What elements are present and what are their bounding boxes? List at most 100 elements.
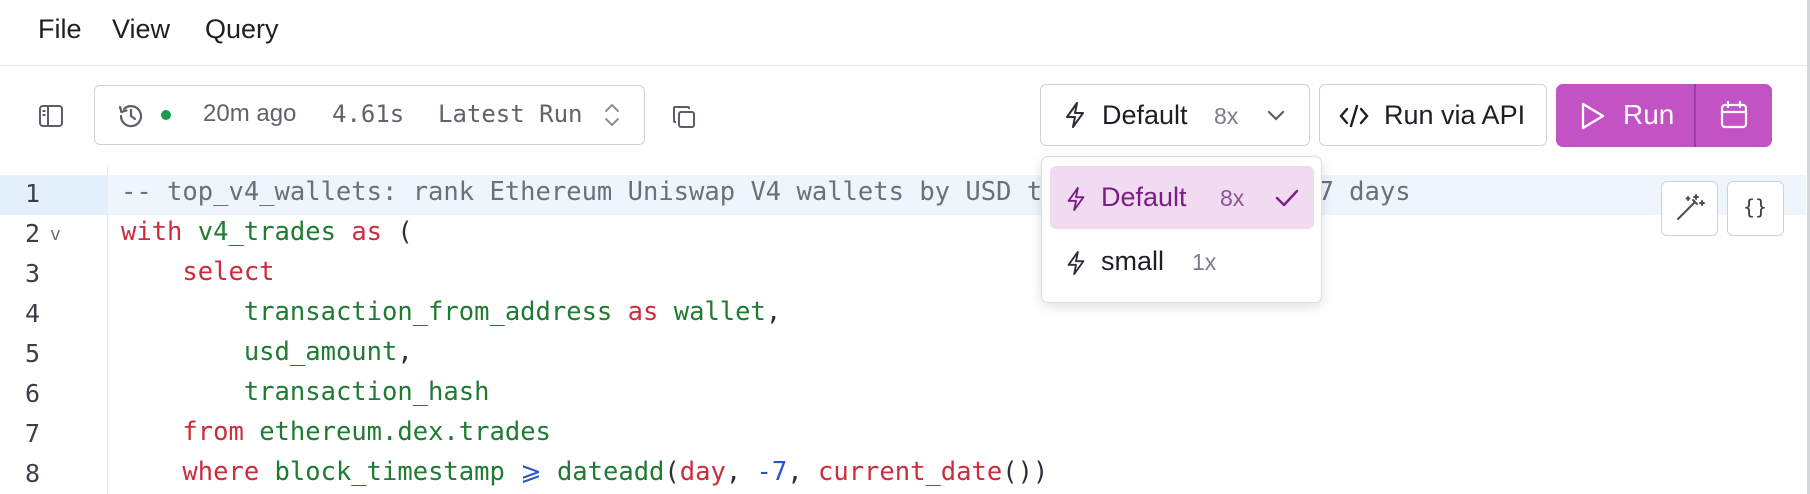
calendar-icon — [1720, 100, 1748, 129]
code-token: , — [765, 297, 782, 327]
query-toolbar: 20m ago 4.61s Latest Run Default 8x Run … — [0, 67, 1810, 167]
chevron-up-down-icon — [605, 103, 619, 127]
play-icon — [1581, 102, 1605, 130]
line-number: 1 — [25, 179, 41, 208]
format-query-button[interactable]: {} — [1727, 181, 1784, 236]
line-number: 5 — [25, 339, 41, 368]
schedule-button[interactable] — [1695, 84, 1772, 147]
engine-option-name: Default — [1101, 182, 1187, 212]
code-line[interactable]: transaction_hash — [121, 377, 490, 407]
menu-view[interactable]: View — [112, 14, 170, 45]
engine-option-small[interactable]: small 1x — [1050, 230, 1314, 293]
code-token: ( — [664, 457, 680, 487]
bolt-icon — [1067, 250, 1085, 276]
magic-wand-icon — [1677, 194, 1705, 220]
engine-size-dropdown: Default 8x small 1x — [1041, 156, 1322, 303]
code-line[interactable]: where block_timestamp ⩾ dateadd(day, -7,… — [121, 457, 1048, 487]
engine-size-select[interactable]: Default 8x — [1040, 84, 1310, 146]
run-via-api-button[interactable]: Run via API — [1319, 84, 1547, 146]
line-number: 8 — [25, 459, 41, 488]
code-token: , — [787, 457, 818, 487]
engine-name: Default — [1102, 100, 1188, 130]
active-line-gutter-highlight — [0, 175, 108, 215]
history-icon — [118, 105, 143, 128]
bolt-icon — [1066, 102, 1084, 128]
menu-bar: File View Query — [0, 0, 1810, 66]
run-button-group: Run — [1556, 84, 1772, 147]
code-token: transaction_from_address — [243, 297, 613, 327]
check-icon — [1275, 189, 1299, 207]
code-token: ⩾ — [520, 457, 542, 487]
engine-option-default[interactable]: Default 8x — [1050, 166, 1314, 229]
code-icon — [1339, 104, 1369, 128]
engine-multiplier: 8x — [1214, 103, 1239, 129]
braces-icon: {} — [1742, 195, 1768, 219]
chevron-down-icon — [1267, 110, 1285, 121]
run-duration: 4.61s — [332, 100, 405, 128]
ai-assist-button[interactable] — [1661, 181, 1718, 236]
code-token: v4_trades — [197, 217, 336, 247]
run-status-dot — [161, 110, 171, 120]
code-token: select — [182, 257, 275, 287]
code-token: where — [182, 457, 260, 487]
copy-icon — [673, 106, 695, 128]
run-history-label: Latest Run — [438, 100, 583, 128]
sidebar-toggle-icon — [39, 105, 63, 127]
code-token: dateadd — [556, 457, 665, 487]
menu-query[interactable]: Query — [205, 14, 279, 45]
code-line[interactable]: usd_amount, — [121, 337, 413, 367]
code-token: current_date — [817, 457, 1003, 487]
code-line[interactable]: transaction_from_address as wallet, — [121, 297, 781, 327]
engine-option-multiplier: 1x — [1192, 249, 1217, 275]
line-number: 2 — [25, 219, 41, 248]
code-token: block_timestamp — [274, 457, 505, 487]
line-number: 6 — [25, 379, 41, 408]
code-token: ( — [382, 217, 413, 247]
line-number: 3 — [25, 259, 41, 288]
code-token: -7 — [756, 457, 788, 487]
engine-option-name: small — [1101, 246, 1165, 276]
copy-run-button[interactable] — [668, 101, 700, 133]
code-token: wallet — [673, 297, 766, 327]
run-via-api-label: Run via API — [1384, 100, 1526, 130]
code-line[interactable]: with v4_trades as ( — [121, 217, 413, 247]
code-token: as — [351, 217, 383, 247]
code-token: , — [397, 337, 413, 367]
sql-editor[interactable]: 1 2 v 3 4 5 6 7 8 -- top_v4_wallets: ran… — [0, 167, 1806, 494]
code-token: ethereum.dex.trades — [259, 417, 551, 447]
code-token: as — [627, 297, 659, 327]
fold-marker[interactable]: v — [50, 224, 61, 245]
line-number: 4 — [25, 299, 41, 328]
run-history-selector[interactable]: 20m ago 4.61s Latest Run — [94, 85, 645, 145]
sidebar-toggle-button[interactable] — [35, 100, 67, 132]
code-line[interactable]: select — [121, 257, 275, 287]
code-token: , — [725, 457, 757, 487]
code-token: from — [182, 417, 244, 447]
menu-file[interactable]: File — [38, 14, 82, 45]
line-number-gutter: 1 2 v 3 4 5 6 7 8 — [0, 167, 108, 494]
code-token: with — [121, 217, 183, 247]
bolt-icon — [1067, 186, 1085, 212]
run-time-ago: 20m ago — [203, 100, 297, 127]
line-number: 7 — [25, 419, 41, 448]
code-token: day — [679, 457, 726, 487]
code-line[interactable]: from ethereum.dex.trades — [121, 417, 551, 447]
code-token: transaction_hash — [243, 377, 490, 407]
run-label: Run — [1623, 99, 1675, 130]
run-button[interactable]: Run — [1556, 84, 1694, 147]
code-token: ()) — [1002, 457, 1049, 487]
code-token: usd_amount — [243, 337, 398, 367]
